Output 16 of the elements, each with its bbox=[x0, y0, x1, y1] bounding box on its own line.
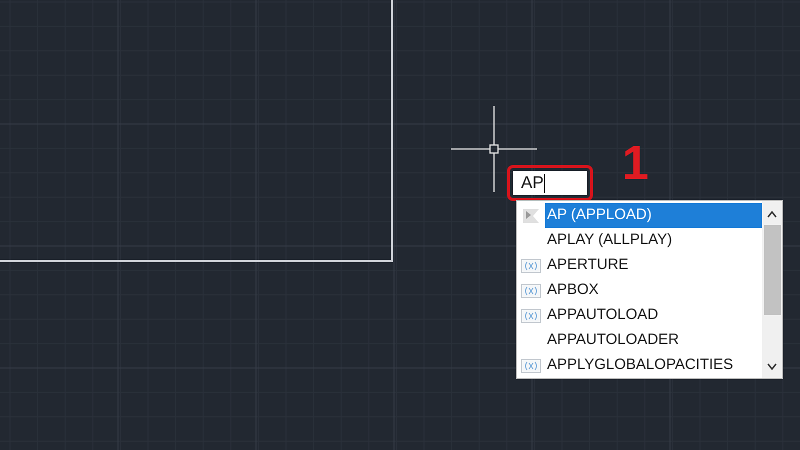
suggestion-item[interactable]: APPAUTOLOADER bbox=[545, 328, 762, 353]
suggestion-item[interactable]: APPLYGLOBALOPACITIES bbox=[545, 353, 762, 378]
suggestion-item[interactable]: APERTURE bbox=[545, 253, 762, 278]
step-number: 1 bbox=[622, 140, 649, 188]
flag-icon bbox=[521, 208, 541, 222]
scrollbar-thumb[interactable] bbox=[764, 225, 780, 315]
suggestion-item[interactable]: APLAY (ALLPLAY) bbox=[545, 228, 762, 253]
variable-icon bbox=[521, 308, 541, 322]
suggestion-item[interactable]: APPAUTOLOAD bbox=[545, 303, 762, 328]
suggestion-item[interactable]: AP (APPLOAD) bbox=[545, 203, 762, 228]
variable-icon bbox=[521, 258, 541, 272]
variable-icon bbox=[521, 358, 541, 372]
suggestion-item[interactable]: APBOX bbox=[545, 278, 762, 303]
variable-icon bbox=[521, 284, 541, 298]
drawing-canvas[interactable]: AP 1 AP (APPLOAD) APLAY (ALLPLAY) APERTURE APBOX APPAUTOLOAD APPAUTOLOADER APPLYGLOBALOPACITIES bbox=[0, 0, 800, 450]
scrollbar[interactable] bbox=[762, 201, 782, 378]
